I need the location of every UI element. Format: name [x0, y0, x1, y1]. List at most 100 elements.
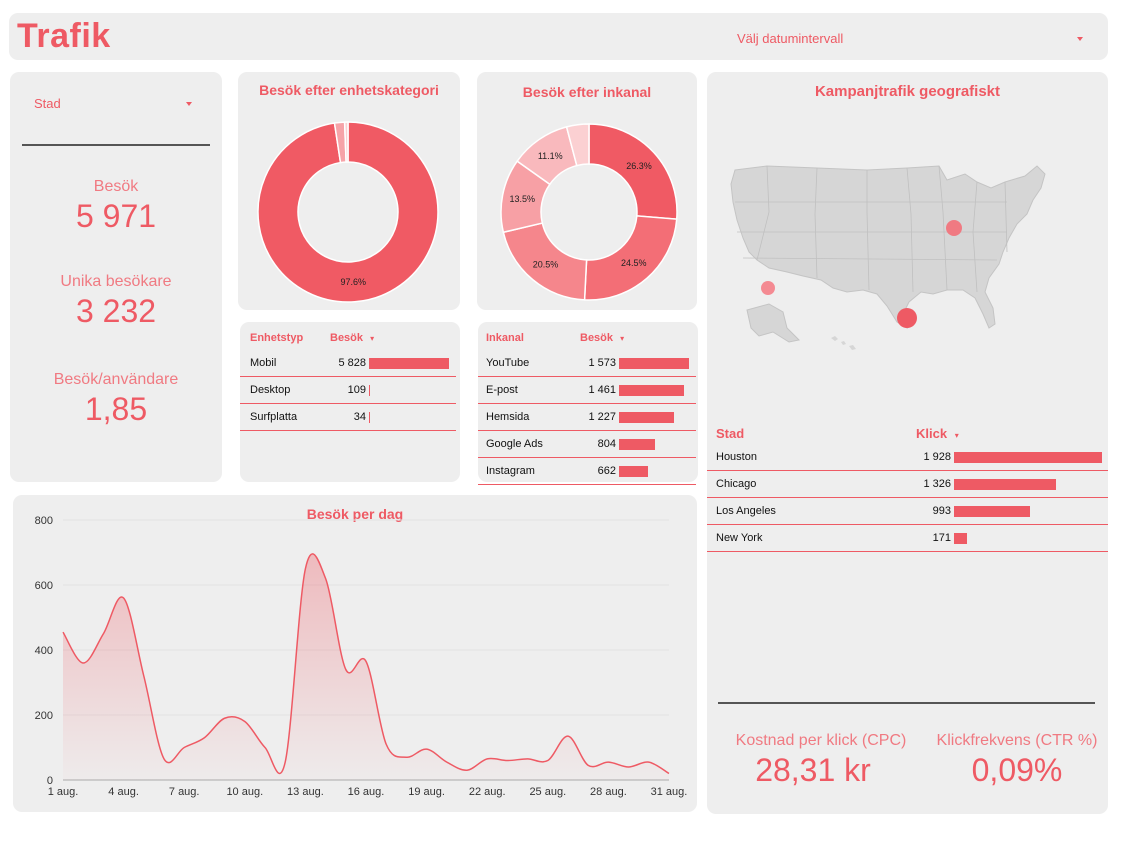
- ctr-value: 0,09%: [971, 752, 1063, 788]
- row-name: Los Angeles: [716, 505, 776, 517]
- sort-desc-icon: ▾: [954, 431, 959, 440]
- channel-visits-col-header[interactable]: Besök ▾: [580, 332, 624, 344]
- row-value: 993: [932, 505, 951, 517]
- x-tick-label: 31 aug.: [651, 786, 688, 798]
- area-fill: [63, 553, 669, 780]
- row-name: Desktop: [250, 384, 291, 396]
- channel-table: Inkanal Besök ▾ YouTube 1 573 E-post 1 461 H…: [478, 322, 698, 485]
- row-value: 1 227: [588, 411, 616, 423]
- row-name: Houston: [716, 451, 757, 463]
- device-visits-col-header[interactable]: Besök ▾: [330, 332, 374, 344]
- chevron-down-icon: [1077, 37, 1083, 41]
- row-name: New York: [716, 532, 763, 544]
- chevron-down-icon: [186, 102, 192, 106]
- row-name: Surfplatta: [250, 411, 298, 423]
- city-filter-dropdown[interactable]: Stad: [34, 96, 192, 114]
- table-row[interactable]: YouTube 1 573: [478, 350, 696, 377]
- cpc-label: Kostnad per klick (CPC): [735, 732, 907, 749]
- geo-title: Kampanjtrafik geografiskt: [814, 83, 1001, 100]
- date-range-label: Välj datumintervall: [737, 31, 844, 46]
- x-tick-label: 13 aug.: [287, 786, 324, 798]
- row-name: Instagram: [486, 465, 535, 477]
- sort-desc-icon: ▾: [620, 334, 625, 343]
- row-bar: [619, 358, 689, 369]
- ctr-label: Klickfrekvens (CTR %): [936, 732, 1098, 749]
- city-filter-label: Stad: [34, 96, 61, 111]
- table-row[interactable]: Chicago 1 326: [707, 471, 1108, 498]
- y-tick-label: 600: [35, 580, 53, 592]
- device-donut-card: Besök efter enhetskategori 97.6%: [238, 72, 460, 310]
- x-tick-label: 1 aug.: [48, 786, 79, 798]
- channel-visits-col-label: Besök: [580, 332, 614, 344]
- row-bar: [619, 466, 649, 477]
- device-donut-chart: 97.6%: [257, 121, 439, 303]
- channel-donut-chart: 26.3% 24.5% 20.5% 13.5% 11.1%: [500, 123, 678, 301]
- row-value: 804: [597, 438, 616, 450]
- page-title: Trafik: [17, 17, 111, 55]
- row-bar: [619, 412, 674, 423]
- row-value: 171: [932, 532, 951, 544]
- x-tick-label: 19 aug.: [408, 786, 445, 798]
- row-value: 34: [353, 411, 366, 423]
- sort-desc-icon: ▾: [370, 334, 375, 343]
- table-row[interactable]: Desktop 109: [240, 377, 456, 404]
- donut-slice[interactable]: [588, 123, 678, 220]
- geo-clicks-col-header[interactable]: Klick ▾: [916, 426, 959, 441]
- row-bar: [954, 452, 1102, 463]
- y-tick-label: 800: [35, 515, 53, 527]
- x-tick-label: 22 aug.: [469, 786, 506, 798]
- row-bar: [369, 412, 370, 423]
- row-bar: [369, 358, 449, 369]
- visits-per-user-label: Besök/användare: [53, 371, 179, 388]
- channel-donut-card: Besök efter inkanal 26.3% 24.5% 20.5% 13.5%…: [477, 72, 697, 310]
- map-marker-los-angeles[interactable]: [761, 281, 775, 295]
- row-bar: [369, 385, 371, 396]
- y-tick-label: 200: [35, 710, 53, 722]
- x-tick-label: 28 aug.: [590, 786, 627, 798]
- visits-per-day-chart: 02004006008001 aug. 4 aug. 7 aug. 10 aug. 13…: [35, 515, 688, 798]
- divider: [718, 702, 1095, 704]
- x-tick-label: 4 aug.: [108, 786, 139, 798]
- date-range-picker[interactable]: Välj datumintervall: [737, 31, 1083, 51]
- row-value: 1 461: [588, 384, 616, 396]
- visits-value: 5 971: [75, 198, 157, 234]
- unique-visitors-label: Unika besökare: [60, 273, 172, 290]
- table-row[interactable]: Houston 1 928: [707, 444, 1108, 471]
- table-row[interactable]: Instagram 662: [478, 458, 696, 485]
- hawaii-shape: [831, 336, 856, 350]
- row-value: 1 928: [923, 451, 951, 463]
- row-bar: [619, 385, 685, 396]
- row-bar: [954, 533, 968, 544]
- donut-slice-label: 24.5%: [621, 258, 647, 268]
- row-value: 1 573: [588, 357, 616, 369]
- row-bar: [954, 479, 1056, 490]
- table-row[interactable]: New York 171: [707, 525, 1108, 552]
- donut-slice-label: 97.6%: [341, 277, 367, 287]
- device-visits-col-label: Besök: [330, 332, 364, 344]
- geo-city-col-header[interactable]: Stad: [716, 426, 744, 441]
- visits-per-user-value: 1,85: [84, 391, 148, 427]
- table-row[interactable]: Surfplatta 34: [240, 404, 456, 431]
- x-tick-label: 25 aug.: [529, 786, 566, 798]
- table-row[interactable]: Mobil 5 828: [240, 350, 456, 377]
- device-col-header[interactable]: Enhetstyp: [250, 332, 303, 344]
- donut-slice-label: 26.3%: [626, 161, 652, 171]
- donut-slice-label: 13.5%: [509, 194, 535, 204]
- usa-map[interactable]: [707, 152, 1108, 382]
- row-name: Hemsida: [486, 411, 530, 423]
- row-value: 5 828: [338, 357, 366, 369]
- x-tick-label: 16 aug.: [348, 786, 385, 798]
- row-value: 109: [347, 384, 366, 396]
- table-row[interactable]: Google Ads 804: [478, 431, 696, 458]
- donut-slice-label: 20.5%: [533, 259, 559, 269]
- map-marker-chicago[interactable]: [946, 220, 962, 236]
- table-row[interactable]: Hemsida 1 227: [478, 404, 696, 431]
- visits-per-day-card: Besök per dag 0 200 400 600 800 1 aug. 4 aug. 7…: [13, 495, 697, 812]
- channel-col-header[interactable]: Inkanal: [486, 332, 524, 344]
- unique-visitors-value: 3 232: [75, 293, 157, 329]
- map-marker-houston[interactable]: [897, 308, 917, 328]
- row-name: YouTube: [486, 357, 530, 369]
- table-row[interactable]: Los Angeles 993: [707, 498, 1108, 525]
- table-row[interactable]: E-post 1 461: [478, 377, 696, 404]
- alaska-shape: [746, 303, 801, 343]
